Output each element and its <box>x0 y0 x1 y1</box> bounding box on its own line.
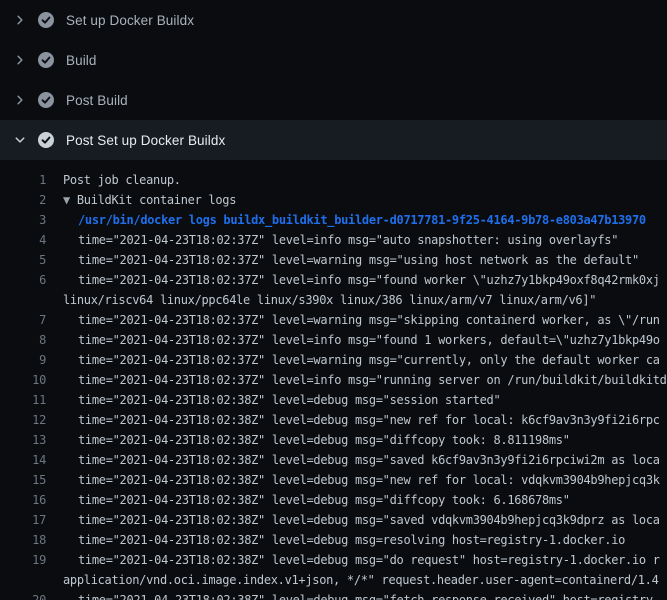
line-number[interactable]: 11 <box>0 390 46 410</box>
log-text: time="2021-04-23T18:02:37Z" level=info m… <box>46 370 667 390</box>
log-text: time="2021-04-23T18:02:38Z" level=debug … <box>46 530 625 550</box>
section-header-post-set-up-docker-buildx[interactable]: Post Set up Docker Buildx <box>0 120 667 160</box>
line-number[interactable]: 18 <box>0 530 46 550</box>
line-number[interactable]: 10 <box>0 370 46 390</box>
section-label: Set up Docker Buildx <box>66 13 194 28</box>
log-line: 5time="2021-04-23T18:02:37Z" level=warni… <box>0 250 667 270</box>
log-line: 1Post job cleanup. <box>0 170 667 190</box>
log-line-continuation: application/vnd.oci.image.index.v1+json,… <box>0 570 667 590</box>
log-line-continuation: linux/riscv64 linux/ppc64le linux/s390x … <box>0 290 667 310</box>
section-header-set-up-docker-buildx[interactable]: Set up Docker Buildx <box>0 0 667 40</box>
line-number[interactable]: 9 <box>0 350 46 370</box>
section-header-build[interactable]: Build <box>0 40 667 80</box>
line-number[interactable]: 16 <box>0 490 46 510</box>
log-line: 9time="2021-04-23T18:02:37Z" level=warni… <box>0 350 667 370</box>
log-group-line: 2▼ BuildKit container logs <box>0 190 667 210</box>
log-text: time="2021-04-23T18:02:37Z" level=warnin… <box>46 350 660 370</box>
log-line: 6time="2021-04-23T18:02:37Z" level=info … <box>0 270 667 290</box>
check-circle-icon <box>38 52 54 68</box>
line-number[interactable]: 15 <box>0 470 46 490</box>
log-line: 11time="2021-04-23T18:02:38Z" level=debu… <box>0 390 667 410</box>
log-line: 14time="2021-04-23T18:02:38Z" level=debu… <box>0 450 667 470</box>
line-number[interactable]: 12 <box>0 410 46 430</box>
line-number[interactable]: 13 <box>0 430 46 450</box>
log-line: 18time="2021-04-23T18:02:38Z" level=debu… <box>0 530 667 550</box>
line-number[interactable]: 1 <box>0 170 46 190</box>
log-group-toggle[interactable]: ▼ BuildKit container logs <box>46 190 236 210</box>
check-circle-icon <box>38 132 54 148</box>
log-text: time="2021-04-23T18:02:38Z" level=debug … <box>46 510 660 530</box>
log-line: 4time="2021-04-23T18:02:37Z" level=info … <box>0 230 667 250</box>
line-number[interactable]: 5 <box>0 250 46 270</box>
line-number <box>0 570 46 590</box>
command-text: /usr/bin/docker logs buildx_buildkit_bui… <box>46 210 646 230</box>
log-text: time="2021-04-23T18:02:38Z" level=debug … <box>46 390 500 410</box>
log-text: time="2021-04-23T18:02:38Z" level=debug … <box>46 590 660 600</box>
section-label: Post Set up Docker Buildx <box>66 133 225 148</box>
line-number[interactable]: 7 <box>0 310 46 330</box>
log-viewer: 1Post job cleanup.2▼ BuildKit container … <box>0 160 667 600</box>
log-line: 10time="2021-04-23T18:02:37Z" level=info… <box>0 370 667 390</box>
chevron-right-icon <box>14 14 26 26</box>
line-number[interactable]: 3 <box>0 210 46 230</box>
line-number <box>0 290 46 310</box>
log-text: time="2021-04-23T18:02:37Z" level=warnin… <box>46 310 660 330</box>
log-text: time="2021-04-23T18:02:38Z" level=debug … <box>46 450 660 470</box>
log-line: 16time="2021-04-23T18:02:38Z" level=debu… <box>0 490 667 510</box>
line-number[interactable]: 4 <box>0 230 46 250</box>
line-number[interactable]: 20 <box>0 590 46 600</box>
line-number[interactable]: 19 <box>0 550 46 570</box>
log-text: time="2021-04-23T18:02:38Z" level=debug … <box>46 490 570 510</box>
log-line: 19time="2021-04-23T18:02:38Z" level=debu… <box>0 550 667 570</box>
log-text: time="2021-04-23T18:02:37Z" level=info m… <box>46 330 660 350</box>
chevron-right-icon <box>14 54 26 66</box>
line-number[interactable]: 2 <box>0 190 46 210</box>
line-number[interactable]: 17 <box>0 510 46 530</box>
log-line: 15time="2021-04-23T18:02:38Z" level=debu… <box>0 470 667 490</box>
check-circle-icon <box>38 92 54 108</box>
line-number[interactable]: 6 <box>0 270 46 290</box>
log-text: application/vnd.oci.image.index.v1+json,… <box>46 570 659 590</box>
log-text: time="2021-04-23T18:02:38Z" level=debug … <box>46 470 660 490</box>
log-line: 3/usr/bin/docker logs buildx_buildkit_bu… <box>0 210 667 230</box>
section-label: Build <box>66 53 97 68</box>
line-number[interactable]: 8 <box>0 330 46 350</box>
log-line: 12time="2021-04-23T18:02:38Z" level=debu… <box>0 410 667 430</box>
chevron-right-icon <box>14 94 26 106</box>
log-text: time="2021-04-23T18:02:37Z" level=info m… <box>46 230 618 250</box>
check-circle-icon <box>38 12 54 28</box>
section-header-post-build[interactable]: Post Build <box>0 80 667 120</box>
log-line: 8time="2021-04-23T18:02:37Z" level=info … <box>0 330 667 350</box>
log-line: 7time="2021-04-23T18:02:37Z" level=warni… <box>0 310 667 330</box>
log-text: time="2021-04-23T18:02:37Z" level=warnin… <box>46 250 639 270</box>
log-text: Post job cleanup. <box>46 170 181 190</box>
log-text: time="2021-04-23T18:02:38Z" level=debug … <box>46 430 570 450</box>
log-text: time="2021-04-23T18:02:37Z" level=info m… <box>46 270 660 290</box>
log-text: BuildKit container logs <box>77 193 236 207</box>
log-line: 20time="2021-04-23T18:02:38Z" level=debu… <box>0 590 667 600</box>
log-text: time="2021-04-23T18:02:38Z" level=debug … <box>46 550 660 570</box>
log-line: 13time="2021-04-23T18:02:38Z" level=debu… <box>0 430 667 450</box>
steps-list: Set up Docker Buildx Build Post Build Post … <box>0 0 667 160</box>
log-text: time="2021-04-23T18:02:38Z" level=debug … <box>46 410 660 430</box>
section-label: Post Build <box>66 93 128 108</box>
log-line: 17time="2021-04-23T18:02:38Z" level=debu… <box>0 510 667 530</box>
chevron-down-icon <box>14 134 26 146</box>
log-text: linux/riscv64 linux/ppc64le linux/s390x … <box>46 290 596 310</box>
line-number[interactable]: 14 <box>0 450 46 470</box>
triangle-down-icon: ▼ <box>63 193 77 207</box>
